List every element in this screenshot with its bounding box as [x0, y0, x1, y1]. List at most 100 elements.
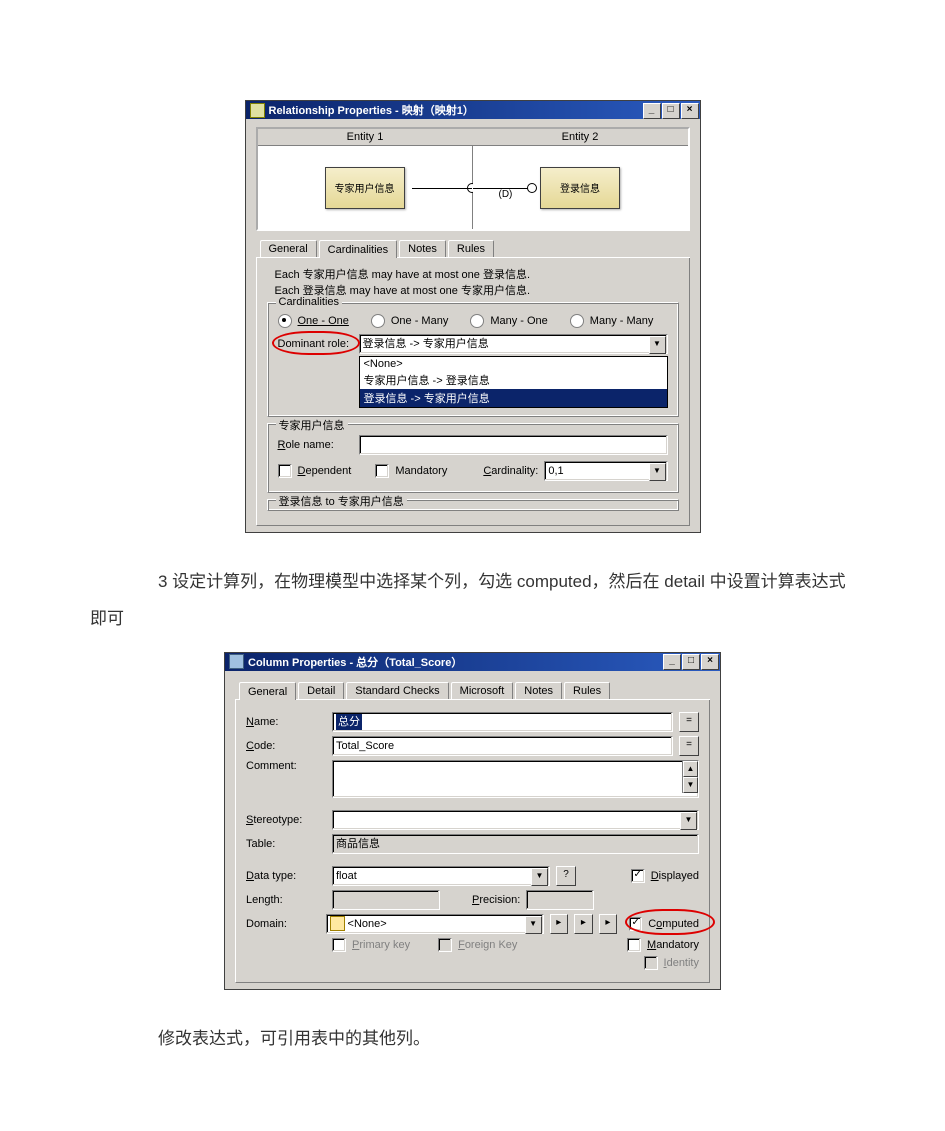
radio-many-one[interactable] [470, 314, 484, 328]
cardinality-value: 0,1 [548, 463, 563, 479]
name-label: Name: [246, 716, 326, 728]
radio-many-one-label: Many - One [490, 315, 547, 327]
mandatory-label: Mandatory [647, 939, 699, 951]
computed-checkbox[interactable]: ✓ [629, 917, 642, 931]
comment-input[interactable]: ▲ ▼ [332, 760, 699, 798]
dropdown-opt-1[interactable]: 专家用户信息 -> 登录信息 [360, 371, 667, 389]
radio-one-one-label: One - One [298, 315, 349, 327]
role-name-input[interactable] [359, 435, 668, 455]
domain-btn-2[interactable]: ▸ [574, 914, 593, 934]
name-aux-button[interactable]: = [679, 712, 699, 732]
cardinality-label: Cardinality: [483, 465, 538, 477]
displayed-checkbox[interactable]: ✓ [631, 869, 645, 883]
link-line-left [412, 188, 472, 189]
radio-many-many[interactable] [570, 314, 584, 328]
radio-one-many[interactable] [371, 314, 385, 328]
datatype-help-button[interactable]: ? [556, 866, 576, 886]
dominant-role-combo[interactable]: 登录信息 -> 专家用户信息 ▼ [359, 334, 668, 354]
radio-one-one[interactable] [278, 314, 292, 328]
computed-label: Computed [648, 918, 699, 930]
domain-label: Domain: [246, 918, 320, 930]
tab-detail[interactable]: Detail [298, 682, 344, 699]
scroll-up-icon[interactable]: ▲ [683, 761, 698, 777]
tab-rules[interactable]: Rules [448, 240, 494, 257]
length-input[interactable] [332, 890, 440, 910]
stereotype-combo[interactable]: ▼ [332, 810, 699, 830]
tab-standard-checks[interactable]: Standard Checks [346, 682, 448, 699]
tab-cardinalities[interactable]: Cardinalities [319, 240, 398, 258]
link-endpoint2 [527, 183, 537, 193]
domain-btn-1[interactable]: ▸ [550, 914, 569, 934]
primarykey-label: Primary key [352, 939, 410, 951]
datatype-combo[interactable]: float ▼ [332, 866, 550, 886]
entity2-role-group-legend: 登录信息 to 专家用户信息 [276, 493, 407, 509]
paragraph-2: 修改表达式，可引用表中的其他列。 [90, 1020, 855, 1057]
domain-icon [330, 916, 345, 931]
close-button[interactable]: × [681, 103, 699, 119]
titlebar[interactable]: Column Properties - 总分（Total_Score） _ □ … [225, 653, 720, 671]
code-input[interactable]: Total_Score [332, 736, 673, 756]
comment-scrollbar[interactable]: ▲ ▼ [682, 761, 698, 793]
dropdown-opt-2[interactable]: 登录信息 -> 专家用户信息 [360, 389, 667, 407]
foreignkey-checkbox [438, 938, 452, 952]
maximize-button[interactable]: □ [662, 103, 680, 119]
dependent-checkbox[interactable] [278, 464, 292, 478]
scroll-down-icon[interactable]: ▼ [683, 777, 698, 793]
entity2-role-group: 登录信息 to 专家用户信息 [267, 499, 679, 511]
domain-value: <None> [348, 916, 387, 932]
cardinality-sentence-1: Each 专家用户信息 may have at most one 登录信息. [275, 266, 679, 282]
code-aux-button[interactable]: = [679, 736, 699, 756]
tab-strip: General Detail Standard Checks Microsoft… [235, 679, 710, 700]
minimize-button[interactable]: _ [663, 654, 681, 670]
chevron-down-icon[interactable]: ▼ [649, 463, 666, 481]
dependent-label: Dependent [298, 465, 352, 477]
comment-label: Comment: [246, 760, 326, 772]
table-value: 商品信息 [336, 836, 380, 852]
tab-general[interactable]: General [260, 240, 317, 257]
chevron-down-icon[interactable]: ▼ [680, 812, 697, 830]
dominant-role-label: Dominant role: [278, 338, 353, 350]
titlebar[interactable]: Relationship Properties - 映射（映射1） _ □ × [246, 101, 700, 119]
chevron-down-icon[interactable]: ▼ [649, 336, 666, 354]
relationship-properties-window: Relationship Properties - 映射（映射1） _ □ × … [245, 100, 701, 533]
mandatory-checkbox[interactable] [375, 464, 389, 478]
dominant-role-dropdown[interactable]: <None> 专家用户信息 -> 登录信息 登录信息 -> 专家用户信息 [359, 356, 668, 408]
chevron-down-icon[interactable]: ▼ [531, 868, 548, 886]
tab-rules[interactable]: Rules [564, 682, 610, 699]
entity-diagram: Entity 1 专家用户信息 Entity 2 (D) [256, 127, 690, 231]
minimize-button[interactable]: _ [643, 103, 661, 119]
entity2-box: 登录信息 [540, 167, 620, 209]
code-value: Total_Score [336, 738, 394, 754]
mandatory-label: Mandatory [395, 465, 447, 477]
close-button[interactable]: × [701, 654, 719, 670]
name-value: 总分 [336, 714, 362, 730]
domain-combo[interactable]: <None> ▼ [326, 914, 544, 934]
mandatory-checkbox[interactable] [627, 938, 641, 952]
displayed-label: Displayed [651, 870, 699, 882]
tab-notes[interactable]: Notes [515, 682, 562, 699]
tab-strip: General Cardinalities Notes Rules [256, 237, 690, 258]
entity1-role-group: 专家用户信息 Role name: Dependent Mandatory [267, 423, 679, 493]
length-label: Length: [246, 894, 326, 906]
maximize-button[interactable]: □ [682, 654, 700, 670]
link-label: (D) [499, 189, 513, 200]
dropdown-opt-none[interactable]: <None> [360, 357, 667, 371]
cardinalities-group: Cardinalities One - One One - Many Many … [267, 302, 679, 417]
table-label: Table: [246, 838, 326, 850]
chevron-down-icon[interactable]: ▼ [525, 916, 542, 934]
domain-btn-3[interactable]: ▸ [599, 914, 618, 934]
entity1-box: 专家用户信息 [325, 167, 405, 209]
entity2-header: Entity 2 [473, 129, 688, 146]
precision-input[interactable] [526, 890, 594, 910]
tab-general[interactable]: General [239, 682, 296, 700]
entity1-role-group-legend: 专家用户信息 [276, 417, 348, 433]
primarykey-checkbox[interactable] [332, 938, 346, 952]
tab-microsoft[interactable]: Microsoft [451, 682, 514, 699]
datatype-value: float [336, 868, 357, 884]
entity1-header: Entity 1 [258, 129, 473, 146]
name-input[interactable]: 总分 [332, 712, 673, 732]
window-title: Column Properties - 总分（Total_Score） [248, 654, 462, 670]
cardinality-combo[interactable]: 0,1 ▼ [544, 461, 667, 481]
radio-many-many-label: Many - Many [590, 315, 654, 327]
tab-notes[interactable]: Notes [399, 240, 446, 257]
